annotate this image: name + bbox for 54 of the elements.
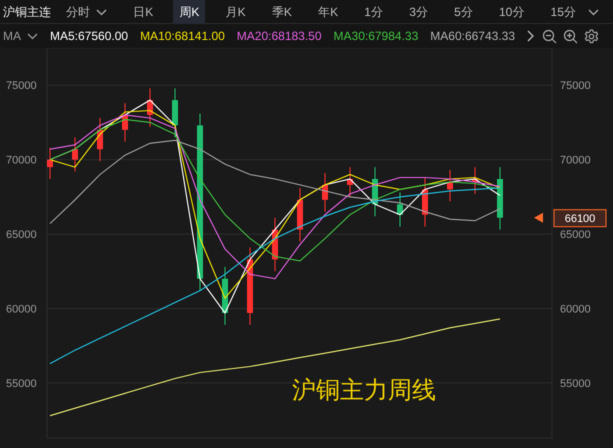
indicator-value: MA20:68183.50 xyxy=(236,28,323,45)
zoom-out-icon[interactable] xyxy=(542,28,557,44)
tab[interactable]: 年K xyxy=(312,0,344,24)
axis-label: 65000 xyxy=(6,229,37,242)
axis-label: 55000 xyxy=(560,378,591,390)
tab[interactable]: 月K xyxy=(220,0,252,24)
axis-label: 55000 xyxy=(6,378,37,390)
caret-icon xyxy=(27,32,38,40)
candlestick xyxy=(347,166,353,198)
indicator-value: MA60:66743.33 xyxy=(429,28,516,45)
axis-label: 60000 xyxy=(560,304,591,316)
axis-label: 65000 xyxy=(560,229,591,242)
axis-label: 70000 xyxy=(6,154,37,167)
caret-icon xyxy=(588,8,599,16)
axis-label: 75000 xyxy=(560,80,591,92)
candlestick xyxy=(497,166,503,230)
indicator-value: MA30:67984.33 xyxy=(332,28,420,45)
tab[interactable]: 3分 xyxy=(403,0,434,24)
candlestick xyxy=(72,136,78,172)
tab[interactable]: 季K xyxy=(266,0,298,24)
candlestick xyxy=(397,192,403,228)
price-pointer-icon xyxy=(534,212,543,223)
candlestick xyxy=(322,172,328,212)
candlestick xyxy=(147,88,153,128)
candlestick xyxy=(172,88,178,138)
indicator-value: MA10:68141.00 xyxy=(139,28,226,45)
chevron-right-icon[interactable] xyxy=(527,30,535,42)
candlestick xyxy=(122,102,128,142)
tab[interactable]: 日K xyxy=(127,0,160,24)
candlestick xyxy=(372,166,378,217)
indicator-value: MA5:67560.00 xyxy=(49,28,130,45)
tab[interactable]: 15分 xyxy=(544,0,582,24)
candlestick xyxy=(222,266,228,326)
tab[interactable]: 分时 xyxy=(60,0,113,24)
candlestick xyxy=(447,170,453,202)
symbol-title: 沪铜主连 xyxy=(2,4,52,21)
axis-label: 60000 xyxy=(6,304,37,316)
indicator-dropdown[interactable]: MA xyxy=(0,24,44,48)
axis-label: 75000 xyxy=(6,80,37,92)
candlestick xyxy=(47,147,53,180)
tab[interactable]: 10分 xyxy=(492,0,530,24)
candlestick xyxy=(472,166,478,194)
tab[interactable]: 5分 xyxy=(448,0,479,24)
zoom-in-icon[interactable] xyxy=(563,28,578,44)
candlestick xyxy=(97,117,103,162)
candlestick xyxy=(422,177,428,228)
last-price-label: 66100 xyxy=(554,209,606,228)
candlestick xyxy=(272,217,278,272)
tab[interactable]: 周K xyxy=(173,0,206,24)
tab[interactable]: 1分 xyxy=(358,0,389,24)
axis-label: 70000 xyxy=(560,154,591,167)
settings-icon[interactable] xyxy=(584,28,599,44)
chart-title: 沪铜主力周线 xyxy=(292,377,436,404)
candlestick xyxy=(297,187,303,242)
